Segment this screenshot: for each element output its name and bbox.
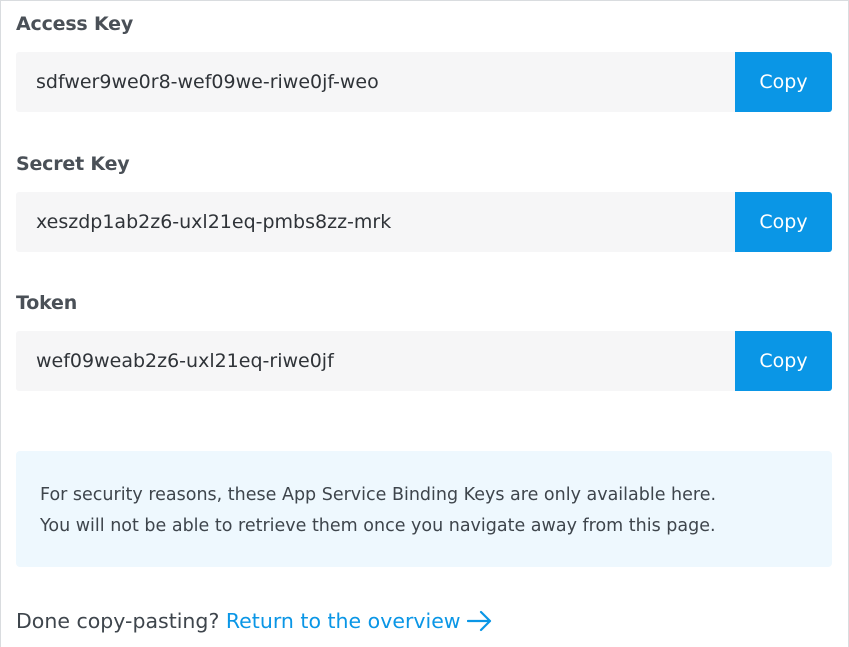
access-key-row: sdfwer9we0r8-wef09we-riwe0jf-weo Copy <box>16 52 832 112</box>
copy-token-button[interactable]: Copy <box>735 331 832 391</box>
copy-secret-key-button[interactable]: Copy <box>735 192 832 252</box>
footer-prompt: Done copy-pasting? <box>16 609 220 633</box>
access-key-value[interactable]: sdfwer9we0r8-wef09we-riwe0jf-weo <box>36 52 379 112</box>
notice-line-2: You will not be able to retrieve them on… <box>40 516 716 536</box>
security-notice: For security reasons, these App Service … <box>16 451 832 567</box>
copy-access-key-button[interactable]: Copy <box>735 52 832 112</box>
notice-line-1: For security reasons, these App Service … <box>40 485 717 505</box>
access-key-label: Access Key <box>16 13 134 35</box>
secret-key-label: Secret Key <box>16 153 130 175</box>
return-link-label: Return to the overview <box>225 609 461 633</box>
secret-key-value[interactable]: xeszdp1ab2z6-uxl21eq-pmbs8zz-mrk <box>36 192 391 252</box>
footer: Done copy-pasting? Return to the overvie… <box>16 605 493 641</box>
token-label: Token <box>16 292 78 314</box>
return-to-overview-link[interactable]: Return to the overview <box>226 609 493 633</box>
secret-key-row: xeszdp1ab2z6-uxl21eq-pmbs8zz-mrk Copy <box>16 192 832 252</box>
token-row: wef09weab2z6-uxl21eq-riwe0jf Copy <box>16 331 832 391</box>
token-value[interactable]: wef09weab2z6-uxl21eq-riwe0jf <box>36 331 334 391</box>
binding-keys-panel: Access Key sdfwer9we0r8-wef09we-riwe0jf-… <box>0 0 849 647</box>
arrow-right-icon <box>466 609 493 641</box>
